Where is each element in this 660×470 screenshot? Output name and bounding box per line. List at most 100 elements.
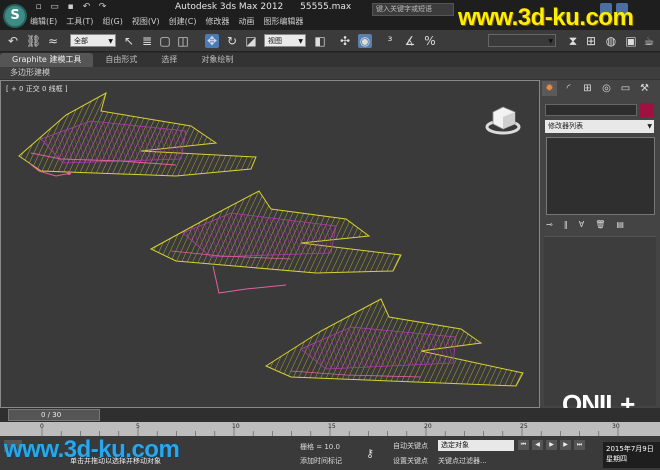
selection-filter-dropdown[interactable]: 全部 xyxy=(70,34,116,48)
search-input[interactable]: 键入关键字或短语 xyxy=(372,3,454,16)
menu-edit[interactable]: 编辑(E) xyxy=(30,16,57,28)
tab-object-paint[interactable]: 对象绘制 xyxy=(189,53,245,67)
remove-modifier-icon[interactable]: 🗑 xyxy=(595,220,605,229)
viewport[interactable]: [ + 0 正交 0 线框 ] xyxy=(0,80,540,408)
wireframe-model-3[interactable] xyxy=(264,298,524,387)
track-bar[interactable]: 0 5 10 15 20 25 30 xyxy=(0,422,660,436)
tick-label-5: 5 xyxy=(136,423,140,430)
key-selection-dropdown[interactable]: 选定对象 xyxy=(438,440,514,451)
polygon-modeling-panel[interactable]: 多边形建模 xyxy=(0,67,660,79)
named-selection-dropdown[interactable] xyxy=(488,34,556,48)
snaps-toggle-icon[interactable]: ³ xyxy=(383,34,397,48)
tick-label-20: 20 xyxy=(424,423,432,430)
modifier-stack[interactable] xyxy=(546,137,655,215)
clock-weekday: 星期四 xyxy=(606,455,627,463)
play-icon[interactable]: ▶ xyxy=(546,440,557,450)
open-file-icon[interactable]: ▭ xyxy=(48,2,61,13)
time-slider-handle[interactable]: 0 / 30 xyxy=(8,409,100,421)
system-clock: 2015年7月9日 星期四 xyxy=(603,442,660,468)
keyboard-shortcut-icon[interactable]: ◉ xyxy=(358,34,372,48)
wireframe-models xyxy=(18,91,524,387)
clock-date: 2015年7月9日 xyxy=(606,445,654,453)
menu-views[interactable]: 视图(V) xyxy=(132,16,160,28)
command-panel-tabs: ✹ ◜ ⊞ ◎ ▭ ⚒ xyxy=(542,81,652,96)
viewcube[interactable] xyxy=(485,103,525,137)
app-title: Autodesk 3ds Max 2012 xyxy=(175,2,284,12)
scale-icon[interactable]: ◪ xyxy=(244,34,258,48)
wireframe-model-2[interactable] xyxy=(149,190,402,294)
menu-modifiers[interactable]: 修改器 xyxy=(205,16,229,28)
app-logo[interactable]: S xyxy=(3,4,27,28)
move-icon[interactable]: ✥ xyxy=(205,34,219,48)
quick-access-toolbar: ▫ ▭ ▪ ↶ ↷ xyxy=(32,2,109,14)
new-file-icon[interactable]: ▫ xyxy=(32,2,45,13)
pivot-icon[interactable]: ◧ xyxy=(313,34,327,48)
select-by-name-icon[interactable]: ≣ xyxy=(140,34,154,48)
select-link-icon[interactable]: ⛓ xyxy=(26,34,41,48)
create-tab-icon[interactable]: ✹ xyxy=(542,81,557,96)
menu-create[interactable]: 创建(C) xyxy=(169,16,197,28)
set-key-icon[interactable]: ⚷ xyxy=(366,447,374,460)
redo-icon[interactable]: ↷ xyxy=(96,2,109,13)
menu-graph-editors[interactable]: 图形编辑器 xyxy=(263,16,303,28)
window-title: Autodesk 3ds Max 2012 55555.max xyxy=(175,2,365,12)
tick-label-30: 30 xyxy=(612,423,620,430)
bind-space-warp-icon[interactable]: ≈ xyxy=(46,34,60,48)
angle-snap-icon[interactable]: ∡ xyxy=(403,34,417,48)
key-filters-button[interactable]: 关键点过滤器... xyxy=(438,456,487,466)
select-manipulate-icon[interactable]: ✣ xyxy=(338,34,352,48)
display-tab-icon[interactable]: ▭ xyxy=(618,81,633,96)
pin-stack-icon[interactable]: ⊸ xyxy=(546,220,553,229)
render-icon[interactable]: ☕ xyxy=(642,34,656,48)
motion-tab-icon[interactable]: ◎ xyxy=(599,81,614,96)
rectangle-selection-icon[interactable]: ▢ xyxy=(158,34,172,48)
add-time-tag-button[interactable]: 添加时间标记 xyxy=(300,456,342,466)
tab-graphite-modeling[interactable]: Graphite 建模工具 xyxy=(0,53,94,67)
grid-readout: 栅格 = 10.0 xyxy=(300,443,340,451)
utilities-tab-icon[interactable]: ⚒ xyxy=(637,81,652,96)
command-panel: ✹ ◜ ⊞ ◎ ▭ ⚒ 修改器列表 ⊸ ‖ ∀ 🗑 ▤ xyxy=(540,80,660,408)
percent-snap-icon[interactable]: % xyxy=(423,34,437,48)
graphite-ribbon: Graphite 建模工具 自由形式 选择 对象绘制 多边形建模 xyxy=(0,53,660,80)
material-editor-icon[interactable]: ◍ xyxy=(604,34,618,48)
tick-label-0: 0 xyxy=(40,423,44,430)
file-name: 55555.max xyxy=(300,2,352,12)
mirror-icon[interactable]: ⧗ xyxy=(566,34,580,48)
select-object-icon[interactable]: ↖ xyxy=(122,34,136,48)
go-to-end-icon[interactable]: ⏭ xyxy=(574,440,585,450)
tab-selection[interactable]: 选择 xyxy=(149,53,189,67)
playback-controls: ⏮ ◀ ▶ ▶ ⏭ xyxy=(518,440,585,450)
configure-sets-icon[interactable]: ▤ xyxy=(616,220,624,229)
window-crossing-icon[interactable]: ◫ xyxy=(176,34,190,48)
reference-coord-dropdown[interactable]: 视图 xyxy=(264,34,306,48)
hierarchy-tab-icon[interactable]: ⊞ xyxy=(580,81,595,96)
show-end-result-icon[interactable]: ‖ xyxy=(564,220,568,229)
go-to-start-icon[interactable]: ⏮ xyxy=(518,440,529,450)
tick-label-10: 10 xyxy=(232,423,240,430)
object-color-swatch[interactable] xyxy=(640,103,654,117)
save-file-icon[interactable]: ▪ xyxy=(64,2,77,13)
time-slider[interactable]: 0 / 30 xyxy=(0,408,660,422)
modify-tab-icon[interactable]: ◜ xyxy=(561,81,576,96)
ribbon-tabs: Graphite 建模工具 自由形式 选择 对象绘制 xyxy=(0,53,660,67)
menu-group[interactable]: 组(G) xyxy=(102,16,122,28)
make-unique-icon[interactable]: ∀ xyxy=(579,220,584,229)
set-key-button[interactable]: 设置关键点 xyxy=(393,456,428,466)
wireframe-model-1[interactable] xyxy=(18,91,257,177)
undo-icon[interactable]: ↶ xyxy=(6,34,20,48)
menu-animation[interactable]: 动画 xyxy=(238,16,254,28)
main-toolbar: ↶ ⛓ ≈ 全部 ↖ ≣ ▢ ◫ ✥ ↻ ◪ 视图 ◧ ✣ ◉ ³ ∡ % ⧗ … xyxy=(0,30,660,52)
tab-freeform[interactable]: 自由形式 xyxy=(93,53,149,67)
watermark-bottom: www.3d-ku.com xyxy=(4,436,180,463)
menu-tools[interactable]: 工具(T) xyxy=(66,16,93,28)
tick-label-25: 25 xyxy=(520,423,528,430)
previous-frame-icon[interactable]: ◀ xyxy=(532,440,543,450)
auto-key-button[interactable]: 自动关键点 xyxy=(393,441,428,451)
undo-icon[interactable]: ↶ xyxy=(80,2,93,13)
next-frame-icon[interactable]: ▶ xyxy=(560,440,571,450)
align-icon[interactable]: ⊞ xyxy=(584,34,598,48)
object-name-field[interactable] xyxy=(545,104,637,116)
rotate-icon[interactable]: ↻ xyxy=(225,34,239,48)
render-setup-icon[interactable]: ▣ xyxy=(624,34,638,48)
modifier-list-dropdown[interactable]: 修改器列表 xyxy=(545,120,654,133)
